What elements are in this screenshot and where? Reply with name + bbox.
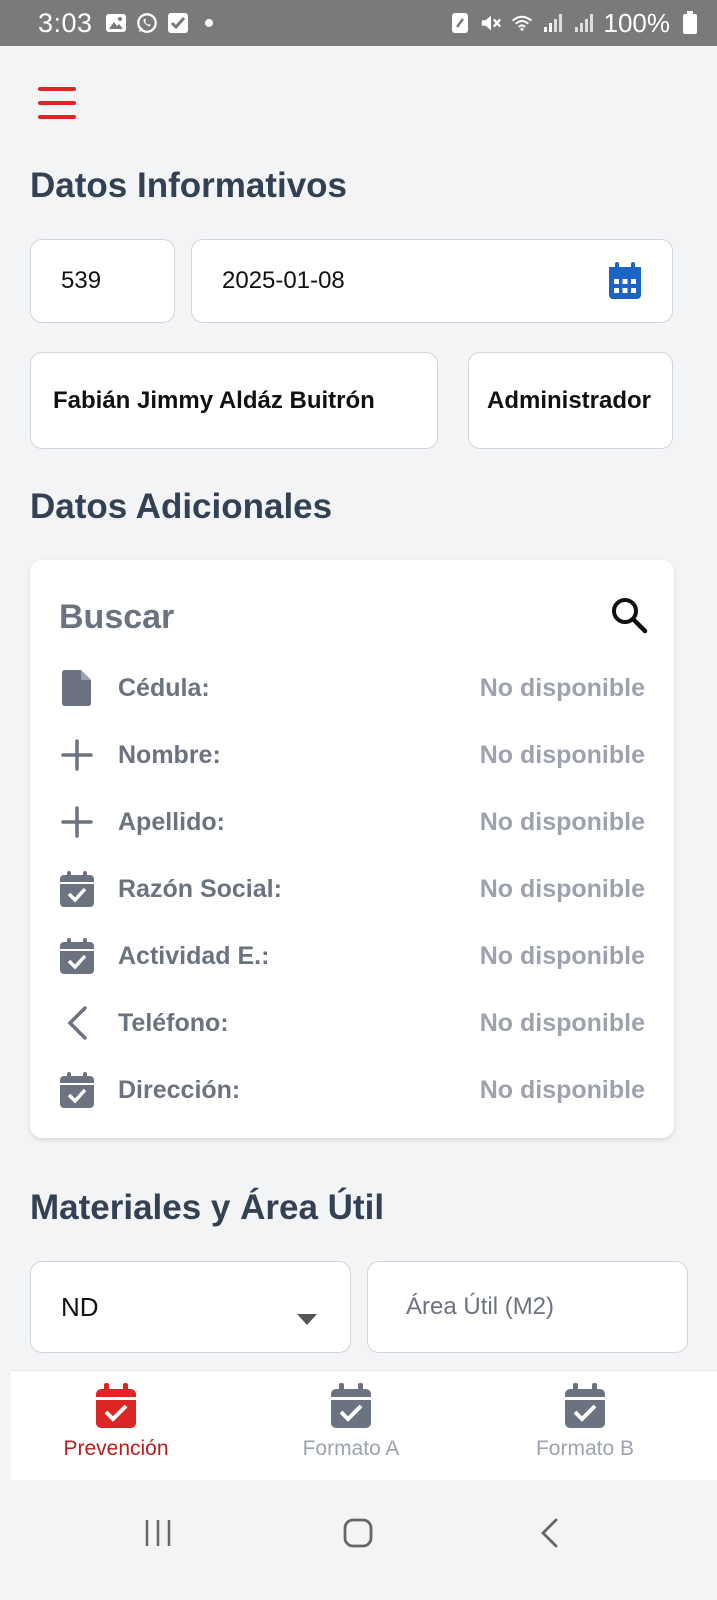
row-label: Nombre: [118,740,221,769]
row-value: No disponible [479,673,645,702]
row-label: Apellido: [118,807,225,836]
tab-label: Formato B [535,1437,635,1460]
date-field[interactable]: 2025-01-08 [191,239,673,323]
dot-icon [198,12,220,34]
row-value: No disponible [479,740,645,769]
info-row-razon-social: Razón Social: No disponible [59,867,645,911]
info-row-nombre: Nombre: No disponible [59,733,645,777]
status-time: 3:03 [38,7,93,38]
app-content: Datos Informativos 539 2025-01-08 Fabián… [11,46,717,1400]
calendar-check-icon [59,938,95,974]
checkbox-notification-icon [167,12,189,34]
calendar-check-icon [563,1383,607,1429]
whatsapp-icon [136,12,158,34]
system-navigation-bar [0,1480,717,1600]
battery-level: 100% [603,7,671,38]
wifi-icon [511,12,533,34]
row-label: Teléfono: [118,1008,229,1037]
search-icon[interactable] [610,596,648,634]
info-row-cedula: Cédula: No disponible [59,666,645,710]
gallery-icon [105,12,127,34]
info-row-telefono: Teléfono: No disponible [59,1001,645,1045]
search-label: Buscar [59,598,175,636]
area-util-placeholder: Área Útil (M2) [406,1293,555,1320]
hamburger-menu-icon[interactable] [38,87,78,121]
mute-icon [480,12,502,34]
material-select-value: ND [61,1291,99,1322]
row-value: No disponible [479,1008,645,1037]
info-row-apellido: Apellido: No disponible [59,800,645,844]
info-row-actividad: Actividad E.: No disponible [59,934,645,978]
additional-data-card: Buscar Cédula: No disponible Nombre: No … [30,560,674,1138]
bottom-navigation: Prevención Formato A Formato B [11,1370,717,1480]
row-label: Actividad E.: [118,941,270,970]
signal-icon [542,12,564,34]
plus-icon [59,804,95,840]
material-select[interactable]: ND [30,1261,351,1353]
status-bar: 3:03 100% [0,0,717,46]
document-icon [59,670,95,706]
chevron-left-icon [59,1005,95,1041]
calendar-check-icon [329,1383,373,1429]
home-icon[interactable] [328,1508,388,1558]
tab-formato-a[interactable]: Formato A [251,1371,451,1481]
area-util-input[interactable]: Área Útil (M2) [367,1261,688,1353]
date-value: 2025-01-08 [222,267,345,294]
row-value: No disponible [479,1075,645,1104]
section-title-datos-adicionales: Datos Adicionales [30,487,333,526]
user-name-value: Fabián Jimmy Aldáz Buitrón [53,386,375,414]
role-value: Administrador [487,386,652,414]
row-value: No disponible [479,941,645,970]
user-name-field[interactable]: Fabián Jimmy Aldáz Buitrón [30,352,438,449]
number-value: 539 [61,267,102,294]
role-field[interactable]: Administrador [468,352,673,449]
info-row-direccion: Dirección: No disponible [59,1068,645,1112]
tab-label: Formato A [302,1437,400,1460]
calendar-check-icon [94,1383,138,1429]
tab-prevencion[interactable]: Prevención [16,1371,216,1481]
row-label: Cédula: [118,673,210,702]
calendar-check-icon [59,1072,95,1108]
dropdown-arrow-icon [297,1302,317,1333]
signal-icon-2 [573,12,595,34]
row-label: Razón Social: [118,874,282,903]
tab-label: Prevención [63,1437,169,1460]
plus-icon [59,737,95,773]
nfc-icon [449,12,471,34]
row-label: Dirección: [118,1075,241,1104]
section-title-materiales: Materiales y Área Útil [30,1188,385,1227]
tab-formato-b[interactable]: Formato B [485,1371,685,1481]
recent-apps-icon[interactable] [128,1508,188,1558]
row-value: No disponible [479,807,645,836]
calendar-check-icon [59,871,95,907]
calendar-icon[interactable] [608,262,642,300]
back-icon[interactable] [520,1508,580,1558]
row-value: No disponible [479,874,645,903]
number-field[interactable]: 539 [30,239,175,323]
section-title-datos-informativos: Datos Informativos [30,166,347,205]
battery-icon [679,11,701,34]
